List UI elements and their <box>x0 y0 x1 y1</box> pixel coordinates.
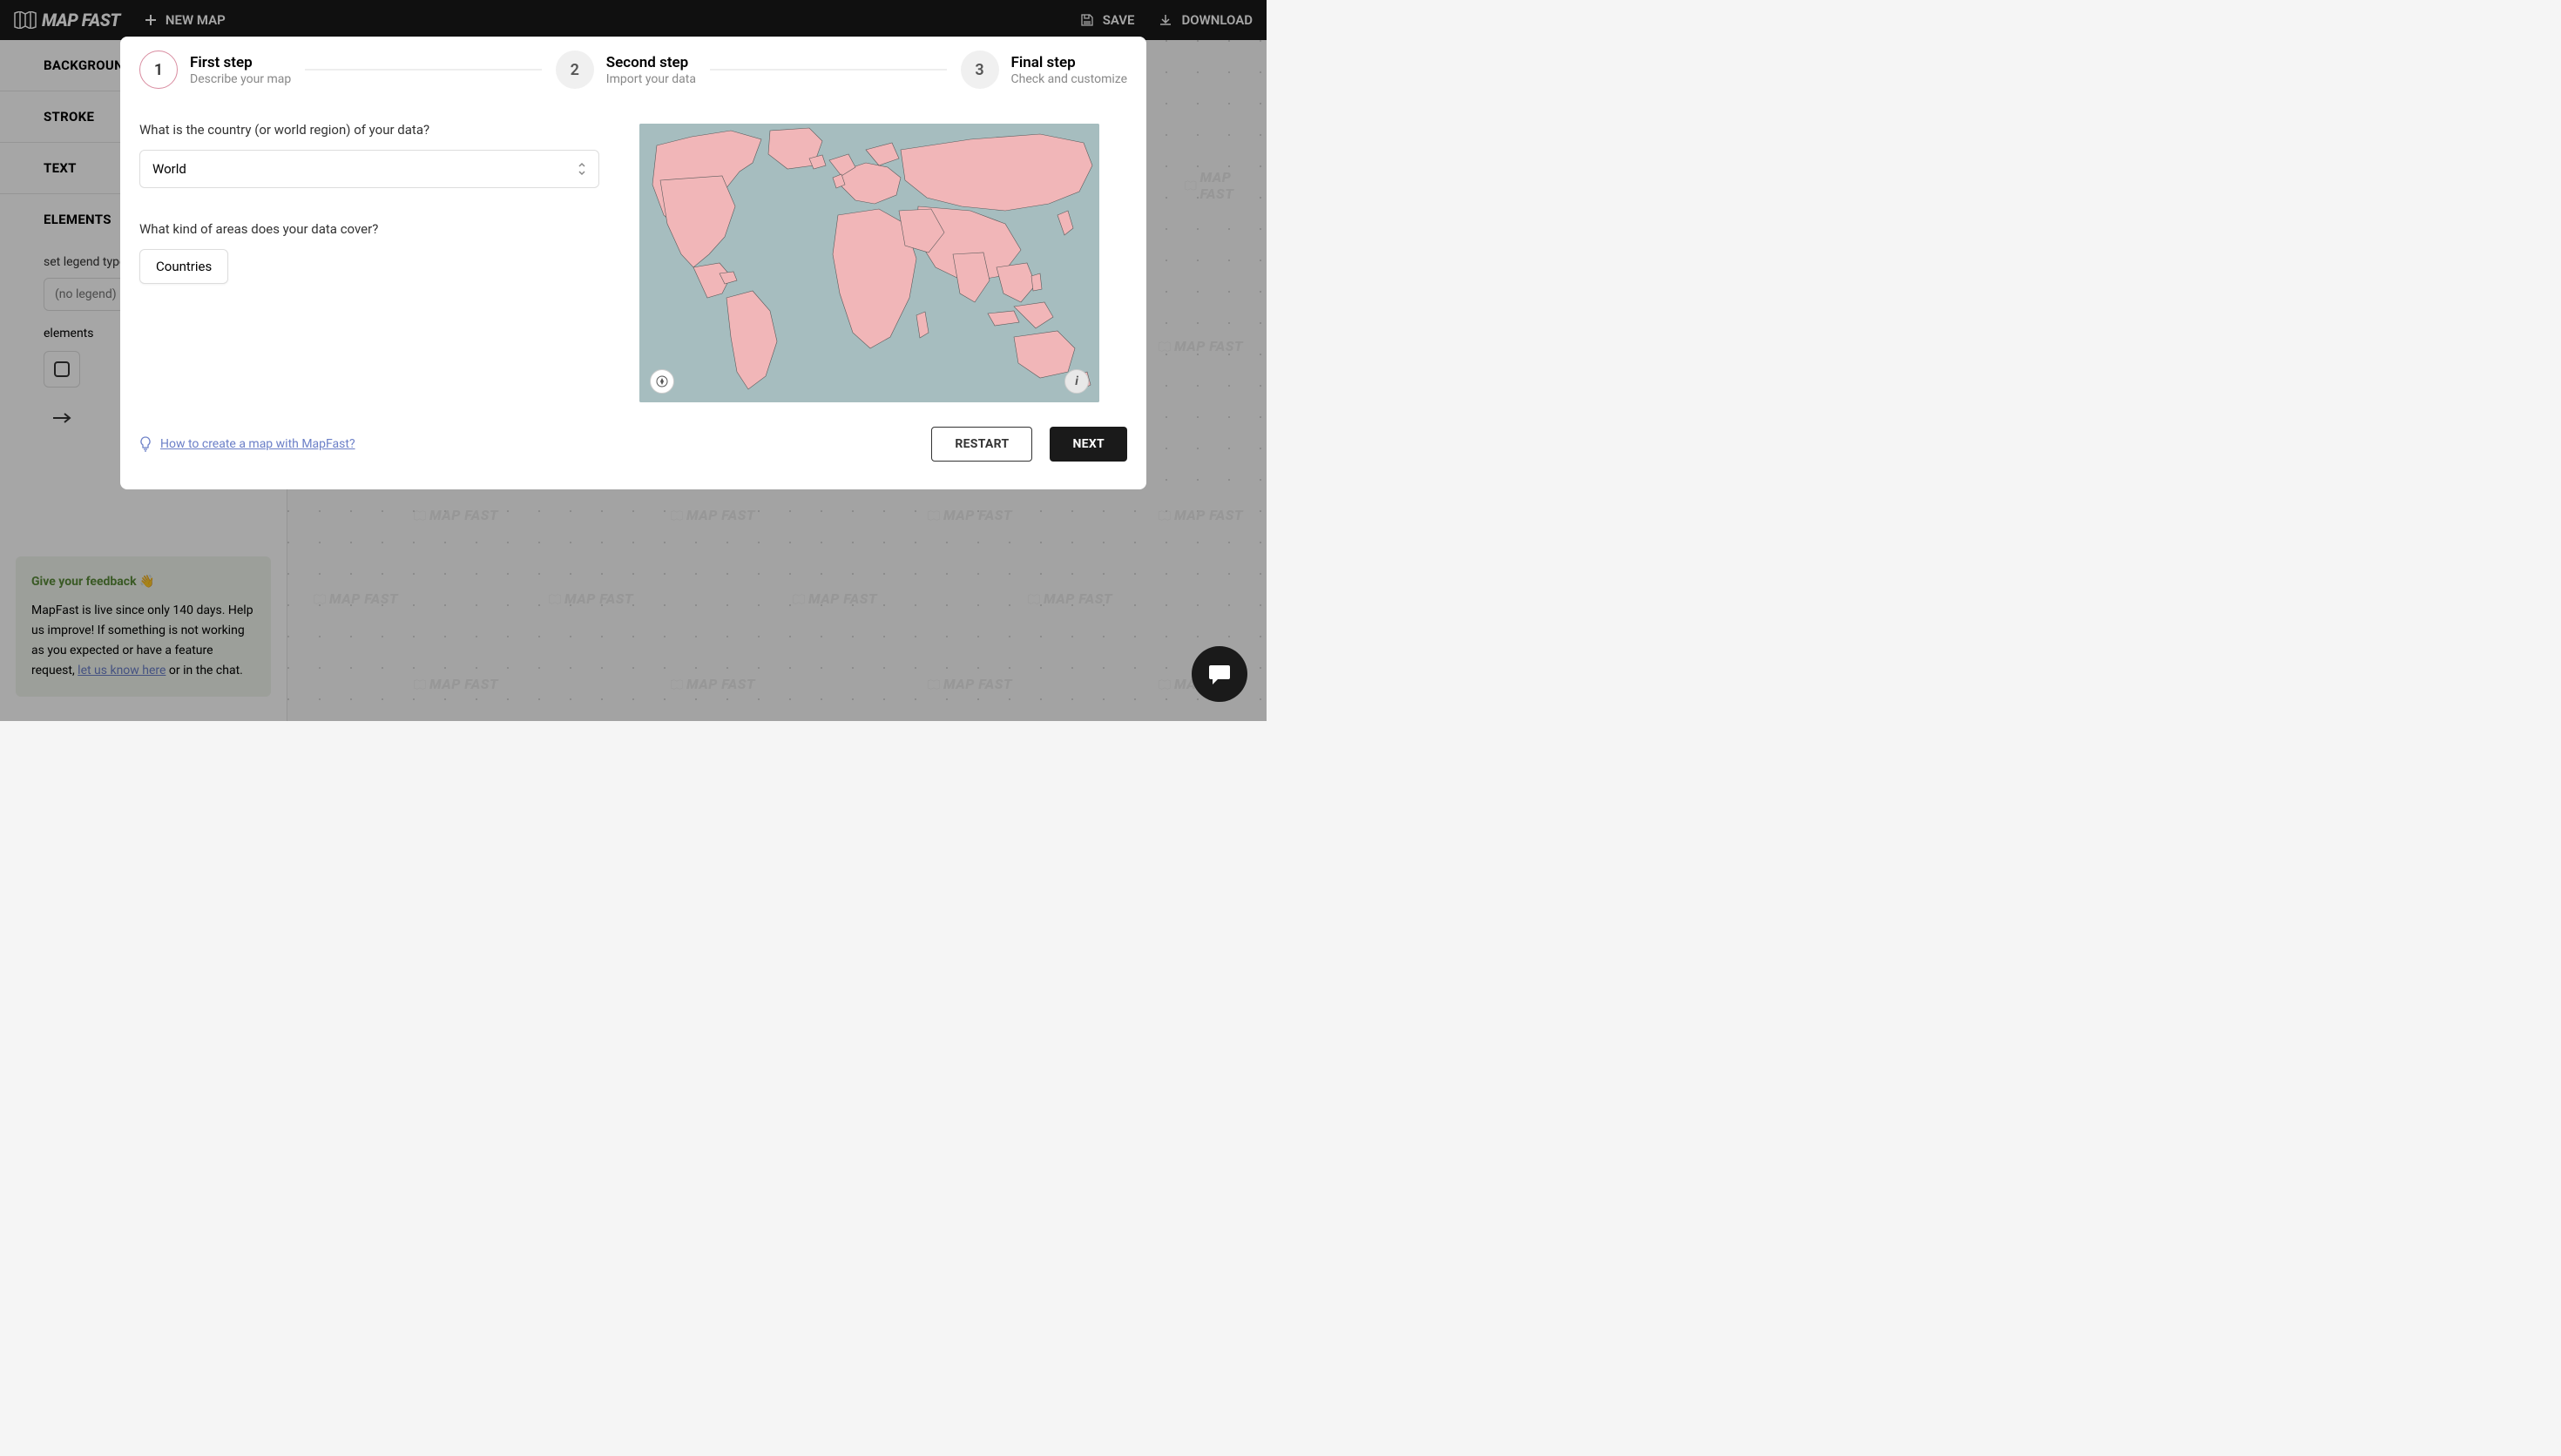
info-icon: i <box>1075 374 1078 388</box>
step-2: 2 Second step Import your data <box>556 51 696 89</box>
step-1-title: First step <box>190 54 291 71</box>
step-3: 3 Final step Check and customize <box>961 51 1128 89</box>
step-3-number: 3 <box>961 51 999 89</box>
chat-icon <box>1207 662 1232 686</box>
area-option-countries[interactable]: Countries <box>139 249 228 284</box>
step-divider <box>710 69 947 71</box>
region-value: World <box>152 161 186 177</box>
map-compass-button[interactable] <box>650 369 674 394</box>
next-button[interactable]: NEXT <box>1050 427 1127 462</box>
lightbulb-icon <box>139 436 152 452</box>
help-link[interactable]: How to create a map with MapFast? <box>139 436 355 452</box>
step-1: 1 First step Describe your map <box>139 51 291 89</box>
step-2-number: 2 <box>556 51 594 89</box>
area-question: What kind of areas does your data cover? <box>139 221 599 237</box>
region-select[interactable]: World <box>139 150 599 188</box>
restart-button[interactable]: RESTART <box>931 427 1032 462</box>
chat-fab[interactable] <box>1192 646 1247 702</box>
map-preview: i <box>639 124 1099 402</box>
help-link-text: How to create a map with MapFast? <box>160 437 355 451</box>
region-question: What is the country (or world region) of… <box>139 122 599 138</box>
step-3-title: Final step <box>1011 54 1128 71</box>
step-1-number: 1 <box>139 51 178 89</box>
compass-icon <box>656 375 668 388</box>
chevron-updown-icon <box>578 162 586 176</box>
wizard-steps: 1 First step Describe your map 2 Second … <box>120 37 1146 104</box>
step-2-title: Second step <box>606 54 696 71</box>
step-1-sub: Describe your map <box>190 72 291 86</box>
step-3-sub: Check and customize <box>1011 72 1128 86</box>
wizard-modal: 1 First step Describe your map 2 Second … <box>120 37 1146 489</box>
step-2-sub: Import your data <box>606 72 696 86</box>
map-info-button[interactable]: i <box>1064 369 1089 394</box>
world-map-svg <box>639 124 1099 402</box>
step-divider <box>305 69 542 71</box>
